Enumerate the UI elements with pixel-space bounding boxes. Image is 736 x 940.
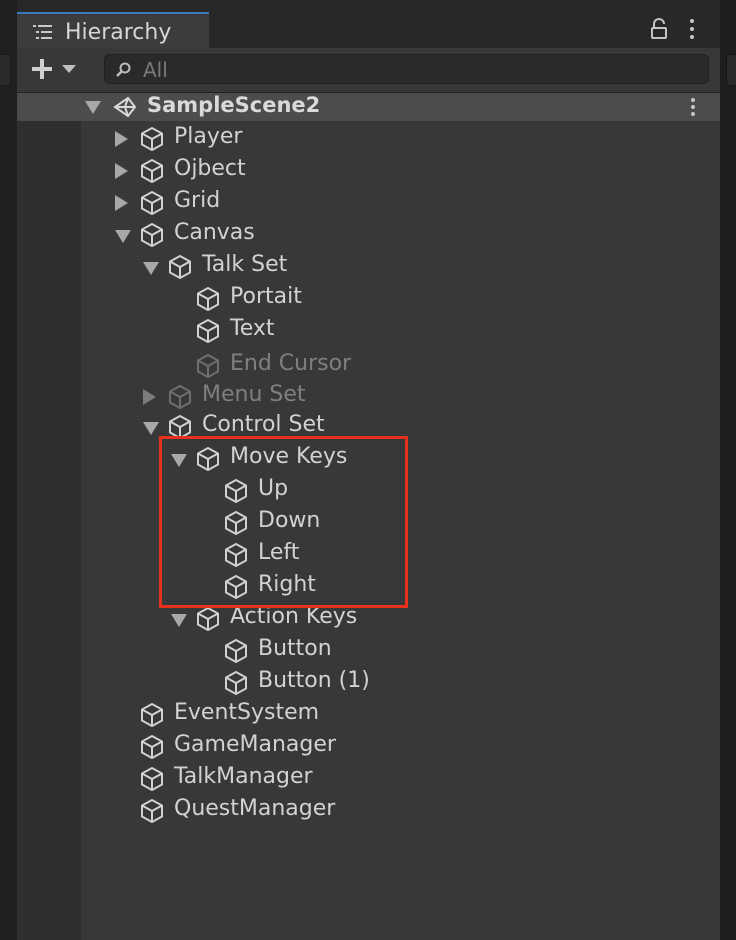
hierarchy-item[interactable]: Grid (17, 187, 720, 219)
hierarchy-item[interactable]: EventSystem (17, 699, 720, 731)
hierarchy-item-label: EventSystem (174, 700, 320, 725)
right-dock-edge (720, 0, 736, 940)
hierarchy-item[interactable]: TalkManager (17, 763, 720, 795)
expand-arrow-icon[interactable] (85, 101, 101, 115)
hierarchy-item-label: Ojbect (174, 156, 246, 181)
search-input[interactable] (141, 56, 685, 84)
hierarchy-item-label: Portait (230, 284, 302, 309)
hierarchy-item[interactable]: QuestManager (17, 795, 720, 827)
list-icon (33, 25, 52, 39)
expanded-arrow-icon[interactable] (171, 614, 187, 627)
unity-scene-icon (113, 96, 137, 118)
gameobject-cube-icon (195, 318, 221, 344)
hierarchy-item-label: Menu Set (202, 382, 306, 407)
gameobject-cube-icon (167, 254, 193, 280)
tab-title: Hierarchy (65, 20, 172, 45)
scene-header[interactable]: SampleScene2 (17, 93, 720, 121)
tab-hierarchy[interactable]: Hierarchy (17, 12, 209, 48)
hierarchy-item[interactable]: Button (1) (17, 667, 720, 699)
hierarchy-item-label: Player (174, 124, 243, 149)
hierarchy-toolbar (17, 48, 720, 93)
left-panel-notch (0, 54, 11, 86)
tab-bar: Hierarchy (17, 0, 720, 48)
gameobject-cube-icon (167, 384, 193, 410)
gameobject-cube-icon (139, 190, 165, 216)
hierarchy-item[interactable]: Button (17, 635, 720, 667)
left-dock-edge (0, 0, 17, 940)
hierarchy-item-label: Button (1) (258, 668, 370, 693)
lock-icon[interactable] (651, 18, 667, 40)
gameobject-cube-icon (139, 734, 165, 760)
hierarchy-item-label: Canvas (174, 220, 255, 245)
hierarchy-item-label: TalkManager (174, 764, 313, 789)
gameobject-cube-icon (223, 670, 249, 696)
gameobject-cube-icon (195, 606, 221, 632)
gameobject-cube-icon (139, 126, 165, 152)
expanded-arrow-icon[interactable] (115, 230, 131, 243)
collapsed-arrow-icon[interactable] (143, 389, 156, 405)
gameobject-cube-icon (139, 766, 165, 792)
scene-name: SampleScene2 (147, 93, 321, 117)
hierarchy-item[interactable]: Portait (17, 283, 720, 315)
gameobject-cube-icon (195, 286, 221, 312)
hierarchy-item-label: End Cursor (230, 351, 352, 376)
search-field[interactable] (104, 54, 709, 84)
gameobject-cube-icon (139, 798, 165, 824)
hierarchy-item-label: GameManager (174, 732, 336, 757)
gameobject-cube-icon (223, 638, 249, 664)
collapsed-arrow-icon[interactable] (115, 163, 128, 179)
hierarchy-item[interactable]: Talk Set (17, 251, 720, 283)
gameobject-cube-icon (195, 353, 221, 379)
hierarchy-item-label: Talk Set (202, 252, 288, 277)
hierarchy-item[interactable]: Ojbect (17, 155, 720, 187)
hierarchy-item[interactable]: Text (17, 315, 720, 347)
search-icon (116, 62, 131, 77)
gameobject-cube-icon (139, 222, 165, 248)
gameobject-cube-icon (139, 702, 165, 728)
add-dropdown-button[interactable] (29, 54, 85, 84)
panel-menu-icon[interactable] (689, 19, 695, 41)
hierarchy-item[interactable]: Player (17, 123, 720, 155)
gameobject-cube-icon (139, 158, 165, 184)
expanded-arrow-icon[interactable] (143, 262, 159, 275)
hierarchy-item-label: Control Set (202, 412, 325, 437)
collapsed-arrow-icon[interactable] (115, 131, 128, 147)
hierarchy-item[interactable]: Canvas (17, 219, 720, 251)
hierarchy-panel: Hierarchy Sampl (17, 0, 720, 940)
hierarchy-item-label: QuestManager (174, 796, 336, 821)
hierarchy-item[interactable]: Menu Set (17, 381, 720, 413)
annotation-highlight-box (159, 436, 408, 608)
right-panel-notch (726, 54, 736, 86)
scene-menu-icon[interactable] (690, 98, 696, 120)
hierarchy-item-label: Grid (174, 188, 221, 213)
collapsed-arrow-icon[interactable] (115, 195, 128, 211)
hierarchy-item[interactable]: GameManager (17, 731, 720, 763)
expanded-arrow-icon[interactable] (143, 422, 159, 435)
hierarchy-item-label: Text (230, 316, 275, 341)
hierarchy-item[interactable]: End Cursor (17, 350, 720, 382)
hierarchy-item-label: Button (258, 636, 332, 661)
